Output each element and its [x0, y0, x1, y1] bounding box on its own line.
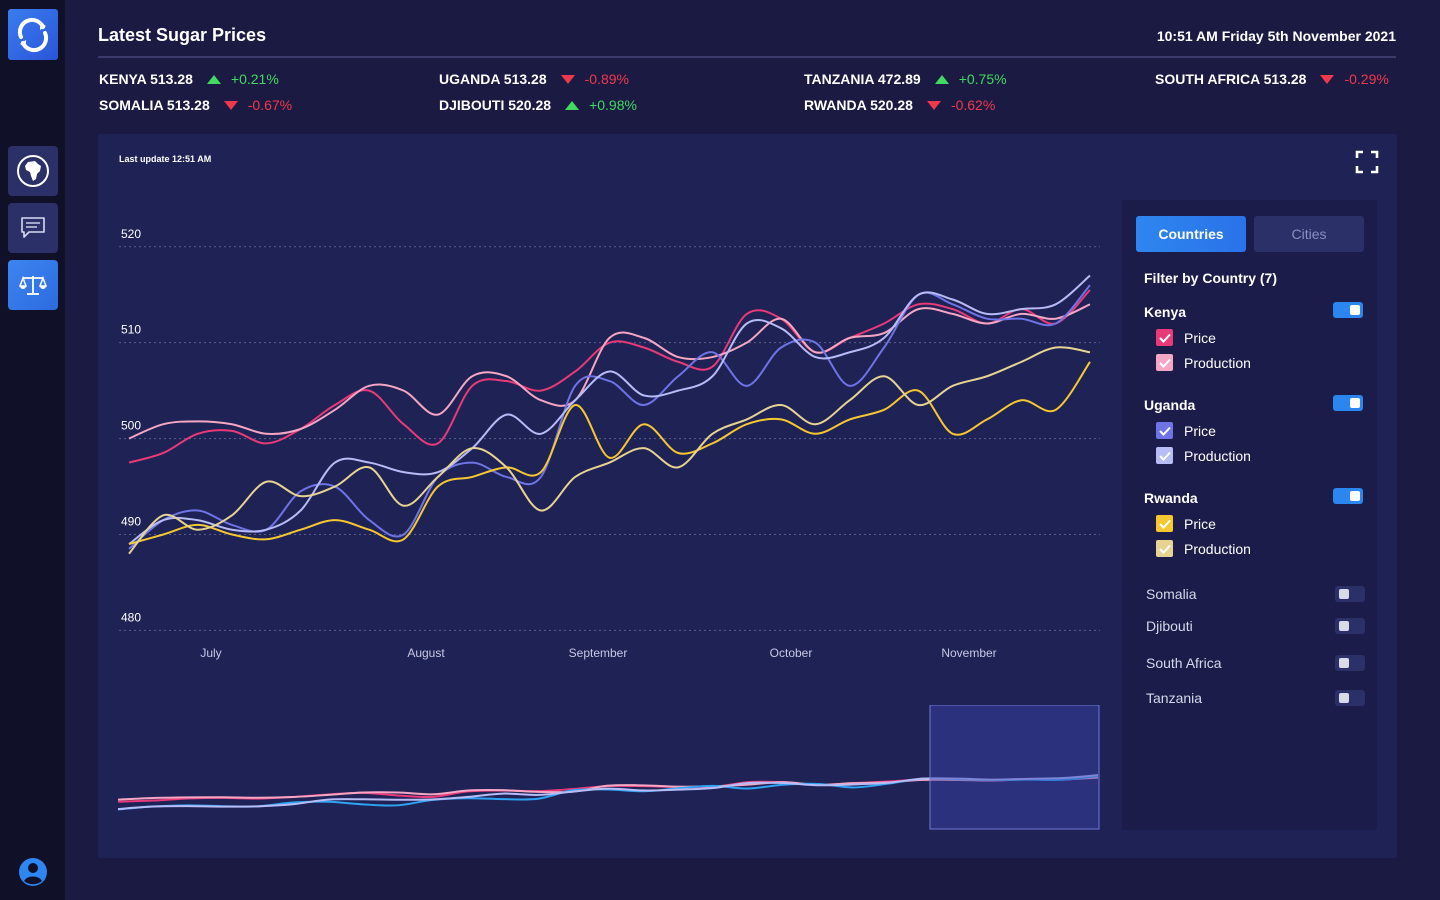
checkbox-label: Production [1184, 447, 1251, 464]
arrow-down-icon [1320, 74, 1335, 84]
checkbox-rwanda-price[interactable]: Price [1156, 515, 1216, 532]
sidebar [0, 0, 65, 900]
arrow-down-icon [926, 100, 941, 110]
y-tick-label: 510 [121, 323, 141, 337]
country-label-uganda: Uganda [1144, 397, 1196, 413]
checkbox-uganda-price[interactable]: Price [1156, 422, 1216, 439]
country-label-djibouti: Djibouti [1146, 618, 1193, 634]
fullscreen-button[interactable] [1355, 150, 1379, 174]
ticker-label: RWANDA 520.28 [804, 97, 913, 113]
chart-range-navigator[interactable] [118, 705, 1103, 835]
toggle-somalia[interactable] [1335, 586, 1365, 602]
ticker-change: -0.62% [950, 97, 996, 113]
check-icon [1156, 447, 1173, 464]
header-divider [98, 56, 1396, 58]
y-tick-label: 480 [121, 610, 141, 624]
country-label-south-africa: South Africa [1146, 655, 1222, 671]
arrow-up-icon [206, 74, 221, 84]
x-tick-label: October [770, 646, 813, 660]
ticker-change: -0.29% [1344, 71, 1389, 87]
country-label-somalia: Somalia [1146, 586, 1197, 602]
navigator-selection-window [929, 705, 1100, 830]
checkbox-uganda-production[interactable]: Production [1156, 447, 1251, 464]
current-datetime: 10:51 AM Friday 5th November 2021 [1156, 28, 1396, 44]
check-icon [1156, 515, 1173, 532]
tab-countries[interactable]: Countries [1136, 216, 1246, 252]
x-tick-label: July [200, 646, 221, 660]
x-tick-label: August [407, 646, 445, 660]
page-title: Latest Sugar Prices [98, 25, 267, 45]
check-icon [1156, 540, 1173, 557]
y-tick-label: 500 [121, 419, 141, 433]
checkbox-kenya-production[interactable]: Production [1156, 354, 1251, 371]
chart-panel: Last update 12:51 AM 480 490 500 510 520 July… [98, 134, 1397, 858]
ticker-uganda: UGANDA 513.28 -0.89% [439, 71, 629, 87]
check-icon [1156, 422, 1173, 439]
ticker-south-africa: SOUTH AFRICA 513.28 -0.29% [1155, 71, 1389, 87]
toggle-djibouti[interactable] [1335, 618, 1365, 634]
filter-panel: Countries Cities Filter by Country (7) K… [1122, 200, 1377, 830]
user-icon [19, 858, 47, 886]
nav-messages-button[interactable] [8, 203, 58, 253]
ticker-change: -0.89% [584, 71, 629, 87]
check-icon [1156, 354, 1173, 371]
country-label-rwanda: Rwanda [1144, 490, 1198, 506]
toggle-uganda[interactable] [1333, 395, 1363, 411]
ticker-kenya: KENYA 513.28 +0.21% [99, 71, 279, 87]
ticker-tanzania: TANZANIA 472.89 +0.75% [804, 71, 1007, 87]
filter-title: Filter by Country (7) [1144, 270, 1278, 286]
africa-globe-icon [17, 155, 49, 187]
arrow-up-icon [565, 100, 580, 110]
arrow-up-icon [934, 74, 949, 84]
checkbox-label: Production [1184, 540, 1251, 557]
checkbox-label: Price [1184, 329, 1216, 346]
ticker-rwanda: RWANDA 520.28 -0.62% [804, 97, 995, 113]
nav-map-button[interactable] [8, 146, 58, 196]
ticker-djibouti: DJIBOUTI 520.28 +0.98% [439, 97, 637, 113]
ticker-change: +0.21% [230, 71, 279, 87]
series-line-kenya-price [128, 289, 1091, 464]
x-tick-label: September [569, 646, 628, 660]
scales-icon [19, 275, 47, 295]
checkbox-label: Price [1184, 515, 1216, 532]
y-tick-label: 490 [121, 515, 141, 529]
checkbox-label: Production [1184, 354, 1251, 371]
user-profile-button[interactable] [18, 857, 48, 887]
ticker-label: SOUTH AFRICA 513.28 [1155, 71, 1307, 87]
series-line-uganda-price [128, 284, 1091, 550]
chat-icon [21, 217, 45, 238]
fullscreen-icon [1355, 150, 1379, 174]
ticker-label: TANZANIA 472.89 [804, 71, 921, 87]
toggle-rwanda[interactable] [1333, 488, 1363, 504]
ticker-label: DJIBOUTI 520.28 [439, 97, 552, 113]
toggle-south-africa[interactable] [1335, 655, 1365, 671]
sugar-price-line-chart[interactable]: 480 490 500 510 520 July August September Octobe… [98, 134, 1108, 674]
x-tick-label: November [941, 646, 996, 660]
checkbox-label: Price [1184, 422, 1216, 439]
ticker-somalia: SOMALIA 513.28 -0.67% [99, 97, 292, 113]
ticker-change: -0.67% [247, 97, 293, 113]
sync-icon [17, 17, 49, 52]
nav-compare-button[interactable] [8, 260, 58, 310]
toggle-kenya[interactable] [1333, 302, 1363, 318]
ticker-change: +0.98% [589, 97, 637, 113]
tab-cities[interactable]: Cities [1254, 216, 1364, 252]
check-icon [1156, 329, 1173, 346]
checkbox-rwanda-production[interactable]: Production [1156, 540, 1251, 557]
app-logo[interactable] [8, 9, 58, 60]
toggle-tanzania[interactable] [1335, 690, 1365, 706]
y-tick-label: 520 [121, 227, 141, 241]
country-label-tanzania: Tanzania [1146, 690, 1203, 706]
country-label-kenya: Kenya [1144, 304, 1187, 320]
series-line-uganda-production [128, 274, 1091, 545]
arrow-down-icon [223, 100, 238, 110]
ticker-label: SOMALIA 513.28 [99, 97, 210, 113]
ticker-change: +0.75% [958, 71, 1007, 87]
ticker-label: UGANDA 513.28 [439, 71, 547, 87]
checkbox-kenya-price[interactable]: Price [1156, 329, 1216, 346]
ticker-label: KENYA 513.28 [99, 71, 193, 87]
arrow-down-icon [560, 74, 575, 84]
